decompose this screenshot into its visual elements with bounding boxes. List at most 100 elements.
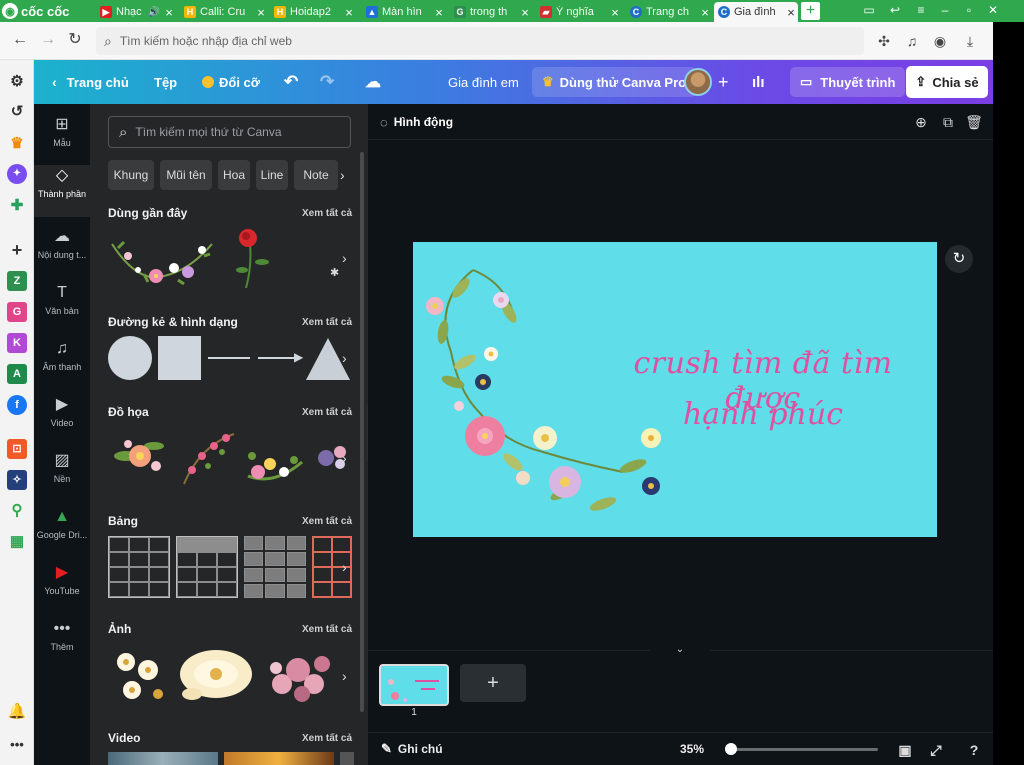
photo-white-flowers[interactable] <box>108 644 170 708</box>
notes-button[interactable]: ✎ Ghi chú <box>381 741 443 757</box>
panel-scrollbar[interactable] <box>360 152 364 712</box>
browser-tab[interactable]: C Trang ch × <box>626 2 712 22</box>
download-icon[interactable]: ⤓ <box>960 31 980 51</box>
photo-pink-blossoms[interactable] <box>262 644 342 708</box>
fullscreen-icon[interactable]: ⤢ <box>926 740 946 760</box>
elements-search-input[interactable]: ⌕ Tìm kiếm mọi thứ từ Canva <box>108 116 351 148</box>
redo-icon[interactable]: ↷ <box>320 60 334 104</box>
crown-icon[interactable]: ♛ <box>7 134 27 154</box>
coccoc-logo[interactable]: ◉ cốc cốc <box>2 1 69 21</box>
new-tab-button[interactable]: + <box>801 2 820 20</box>
chevron-down-icon[interactable]: ⌄ <box>650 643 710 657</box>
profile-icon[interactable]: ◉ <box>930 31 950 51</box>
menu-icon[interactable]: ≡ <box>910 1 932 19</box>
map-icon[interactable]: ⚲ <box>7 501 27 521</box>
chevron-right-icon[interactable]: › <box>342 348 354 368</box>
design-title[interactable]: Gia đình em <box>448 60 519 104</box>
table-grid-header[interactable] <box>176 536 238 598</box>
slide-text-line-2[interactable]: hạnh phúc <box>613 397 913 432</box>
browser-tab[interactable]: ▲ Màn hìn × <box>362 2 446 22</box>
speaker-icon[interactable]: 🔊 <box>148 7 160 18</box>
rail-audio[interactable]: ♫ Âm thanh <box>34 338 90 388</box>
graphic-flower-bouquet[interactable] <box>108 426 170 488</box>
delete-page-icon[interactable]: 🗑 <box>965 113 983 131</box>
see-all-recent[interactable]: Xem tất cả <box>302 208 352 219</box>
file-menu[interactable]: Tệp <box>154 60 177 104</box>
history-icon[interactable]: ↺ <box>7 102 27 122</box>
see-all-video[interactable]: Xem tất cả <box>302 733 352 744</box>
browser-tab[interactable]: H Hoidap2 × <box>270 2 356 22</box>
close-tab-icon[interactable]: × <box>698 5 712 20</box>
close-tab-icon[interactable]: × <box>254 5 268 20</box>
cloud-sync-icon[interactable]: ☁ <box>365 60 381 104</box>
video-thumbnail[interactable] <box>224 752 334 765</box>
browser-tab[interactable]: H Calli: Cru × <box>180 2 268 22</box>
chip-line[interactable]: Line <box>256 160 288 190</box>
sparkle-icon[interactable]: ✱ <box>330 266 339 279</box>
see-all-lines[interactable]: Xem tất cả <box>302 317 352 328</box>
forward-icon[interactable]: → <box>38 30 58 50</box>
table-grid-filled[interactable] <box>244 536 306 598</box>
k-app-icon[interactable]: K <box>7 333 27 353</box>
page-count-icon[interactable]: ▣ <box>895 740 915 760</box>
rail-youtube[interactable]: ▶ YouTube <box>34 562 90 612</box>
square-shape[interactable] <box>158 336 201 380</box>
rail-google-drive[interactable]: ▲ Google Dri... <box>34 506 90 556</box>
zalo-icon[interactable]: Z <box>7 271 27 291</box>
chip-note[interactable]: Note <box>294 160 338 190</box>
help-icon[interactable]: ? <box>964 740 984 760</box>
chevron-right-icon[interactable]: › <box>342 557 354 577</box>
recent-floral-wreath[interactable] <box>108 226 216 290</box>
add-page-button[interactable]: + <box>460 664 526 702</box>
back-icon[interactable]: ← <box>10 30 30 50</box>
zoom-slider-handle[interactable] <box>725 743 737 755</box>
photo-cream-flower[interactable] <box>176 644 256 708</box>
playlist-icon[interactable]: ♫ <box>902 31 922 51</box>
graphic-floral-branch[interactable] <box>180 426 238 488</box>
video-thumbnail[interactable] <box>340 752 354 765</box>
chip-khung[interactable]: Khung <box>108 160 154 190</box>
animate-button[interactable]: ◌ Hình động <box>380 112 453 132</box>
reload-icon[interactable]: ↻ <box>65 30 85 50</box>
see-all-graphics[interactable]: Xem tất cả <box>302 407 352 418</box>
circle-shape[interactable] <box>108 336 152 380</box>
resize-button[interactable]: Đổi cỡ <box>202 60 260 104</box>
notification-icon[interactable]: 🔔 <box>7 702 27 722</box>
chevron-right-icon[interactable]: › <box>342 448 354 468</box>
close-window-icon[interactable]: ✕ <box>982 1 1004 19</box>
address-bar[interactable]: ⌕ Tìm kiếm hoặc nhập địa chỉ web <box>96 27 864 55</box>
avatar[interactable] <box>684 68 712 96</box>
table-grid-plain[interactable] <box>108 536 170 598</box>
present-button[interactable]: ▭ Thuyết trình <box>790 67 906 97</box>
share-button[interactable]: ⇪ Chia sẻ <box>906 66 988 98</box>
close-tab-icon[interactable]: × <box>518 5 532 20</box>
back-window-icon[interactable]: ↩ <box>884 1 906 19</box>
close-tab-icon[interactable]: × <box>162 5 176 20</box>
add-collaborator-icon[interactable]: + <box>718 60 729 104</box>
rail-text[interactable]: T Văn bản <box>34 282 90 332</box>
close-tab-icon[interactable]: × <box>432 5 446 20</box>
maximize-icon[interactable]: ▫ <box>958 1 980 19</box>
add-icon[interactable]: + <box>7 240 27 260</box>
browser-tab[interactable]: G trong th × <box>450 2 532 22</box>
page-thumbnail[interactable] <box>379 664 449 706</box>
rail-more[interactable]: ••• Thêm <box>34 618 90 668</box>
add-page-icon[interactable]: ⊕ <box>912 113 930 131</box>
shopping-icon[interactable]: ⊡ <box>7 439 27 459</box>
undo-icon[interactable]: ↶ <box>284 60 298 104</box>
regenerate-icon[interactable]: ↻ <box>945 245 973 273</box>
try-pro-button[interactable]: ♛ Dùng thử Canva Pro <box>532 67 697 97</box>
rail-video[interactable]: ▶ Video <box>34 394 90 444</box>
g-app-icon[interactable]: G <box>7 302 27 322</box>
recent-rose[interactable] <box>232 226 278 290</box>
rail-uploads[interactable]: ☁ Nội dung t... <box>34 226 90 276</box>
home-button[interactable]: ‹ Trang chủ <box>52 60 129 104</box>
duplicate-page-icon[interactable]: ⧉ <box>939 113 957 131</box>
insights-icon[interactable]: ılı <box>752 60 765 104</box>
close-tab-icon[interactable]: × <box>608 5 622 20</box>
video-thumbnail[interactable] <box>108 752 218 765</box>
settings-icon[interactable]: ⚙ <box>7 72 27 92</box>
arrow-line-element[interactable] <box>258 357 298 359</box>
see-all-photos[interactable]: Xem tất cả <box>302 624 352 635</box>
line-element[interactable] <box>208 357 250 359</box>
